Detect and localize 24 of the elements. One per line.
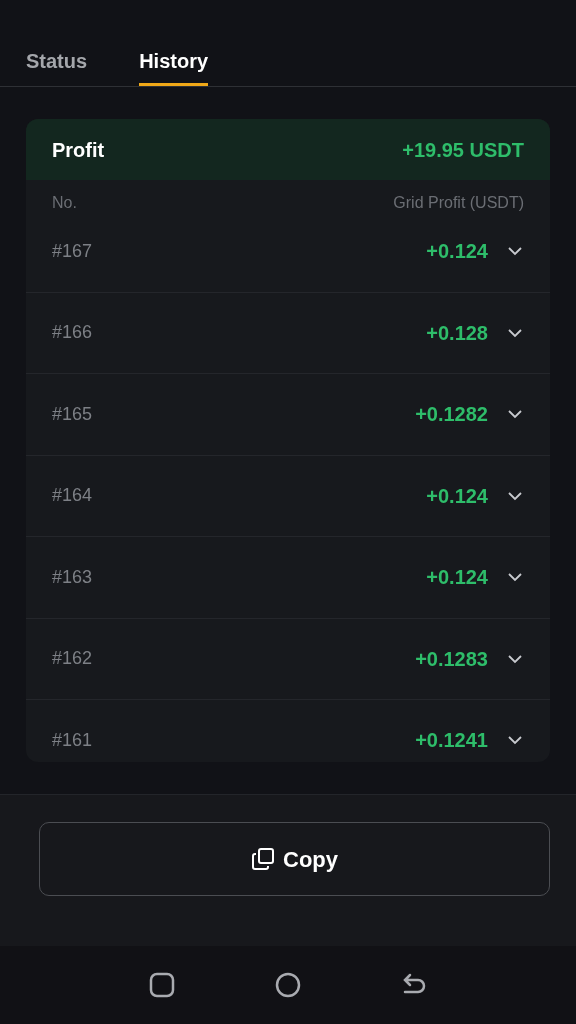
grid-profit: +0.1241 (415, 728, 488, 754)
grid-profit: +0.124 (426, 239, 488, 265)
column-header: No. (52, 194, 77, 211)
home-icon[interactable] (275, 972, 301, 998)
tab[interactable]: History (139, 0, 209, 86)
column-header: Grid Profit (USDT) (393, 194, 524, 211)
record-number: #163 (52, 565, 93, 589)
record-number: #167 (52, 239, 93, 263)
grid-profit: +0.128 (426, 320, 488, 346)
record-number: #162 (52, 647, 93, 671)
total-profit: +19.95 USDT (402, 137, 524, 163)
tab[interactable]: Status (26, 0, 88, 86)
record-number: #165 (52, 402, 93, 426)
record-number: #164 (52, 484, 93, 508)
grid-profit: +0.1282 (415, 402, 488, 428)
grid-profit: +0.124 (426, 565, 488, 591)
profit-label: Profit (52, 137, 105, 163)
recent-apps-icon[interactable] (149, 972, 175, 998)
record-number: #161 (52, 728, 93, 752)
copy-button[interactable]: Copy (39, 822, 550, 896)
grid-profit: +0.124 (426, 483, 488, 509)
record-number: #166 (52, 321, 93, 345)
grid-profit: +0.1283 (415, 646, 488, 672)
copy-icon (251, 847, 275, 871)
